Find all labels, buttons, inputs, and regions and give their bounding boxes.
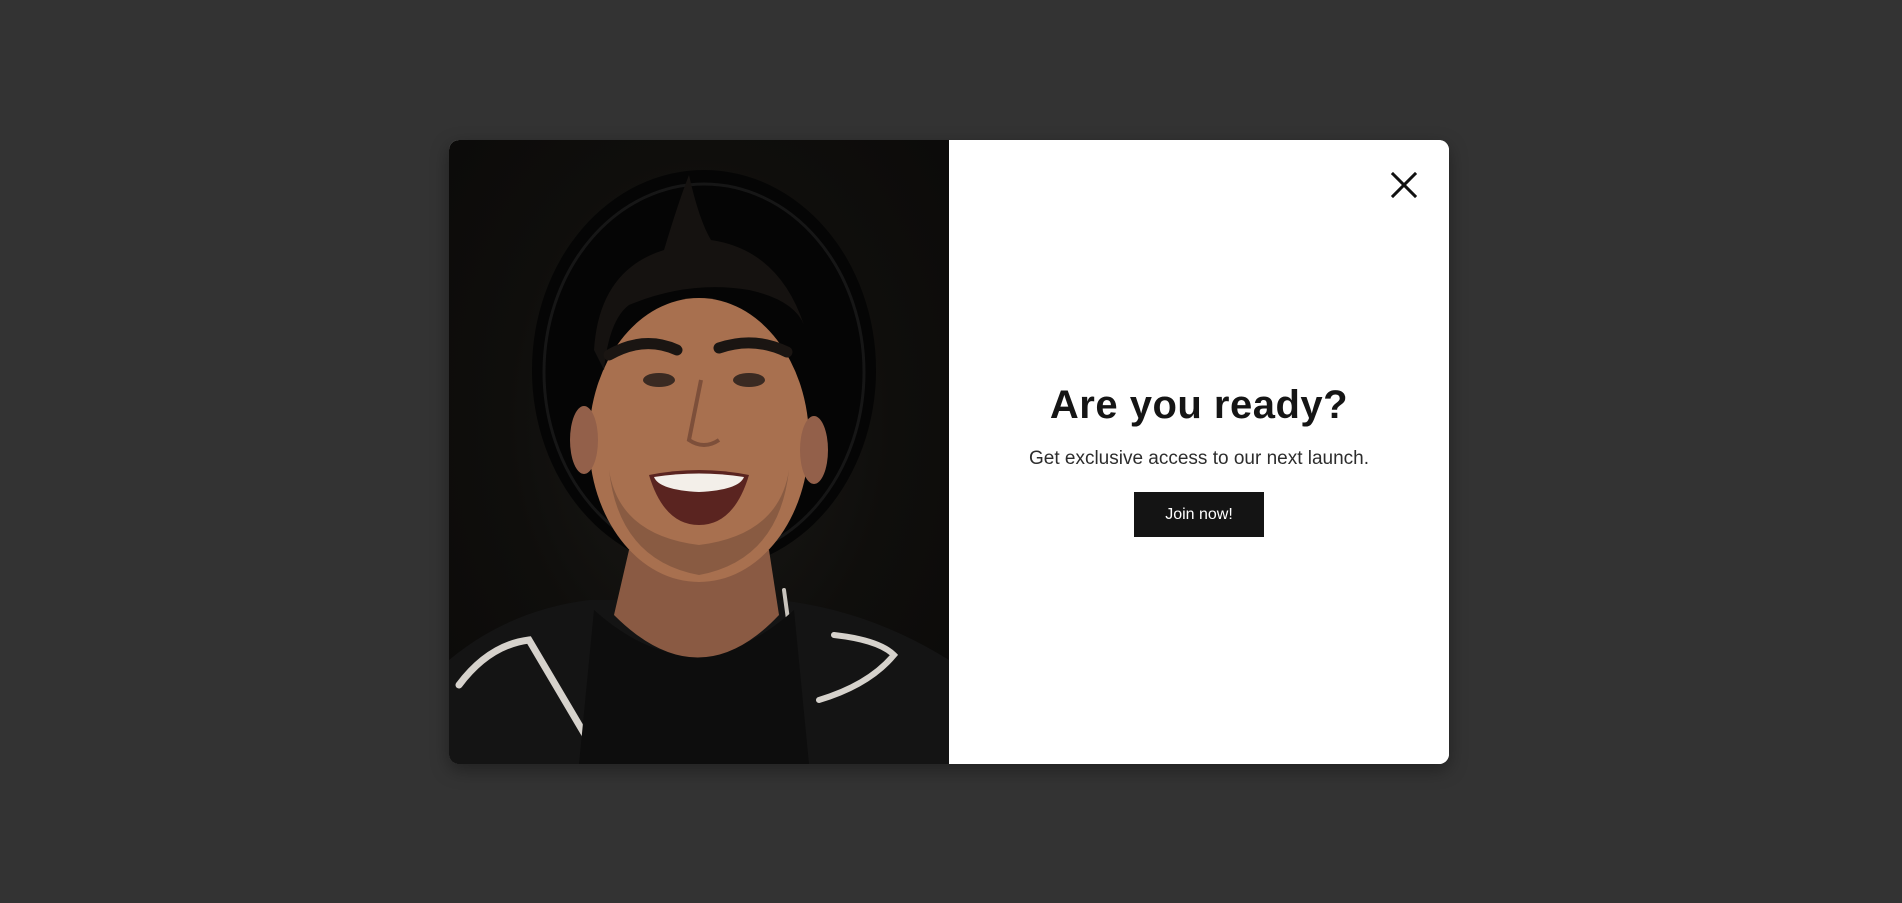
popup-content: Are you ready? Get exclusive access to o… — [949, 140, 1449, 764]
close-icon[interactable] — [1391, 172, 1417, 198]
join-now-button[interactable]: Join now! — [1134, 492, 1264, 537]
close-button[interactable] — [1389, 170, 1419, 200]
popup-modal: Are you ready? Get exclusive access to o… — [449, 140, 1449, 764]
popup-headline: Are you ready? — [1049, 383, 1349, 427]
portrait-illustration — [449, 170, 949, 764]
popup-subtext: Get exclusive access to our next launch. — [1028, 448, 1370, 469]
modal-backdrop[interactable]: Are you ready? Get exclusive access to o… — [0, 0, 1902, 903]
hero-photo — [449, 140, 949, 764]
